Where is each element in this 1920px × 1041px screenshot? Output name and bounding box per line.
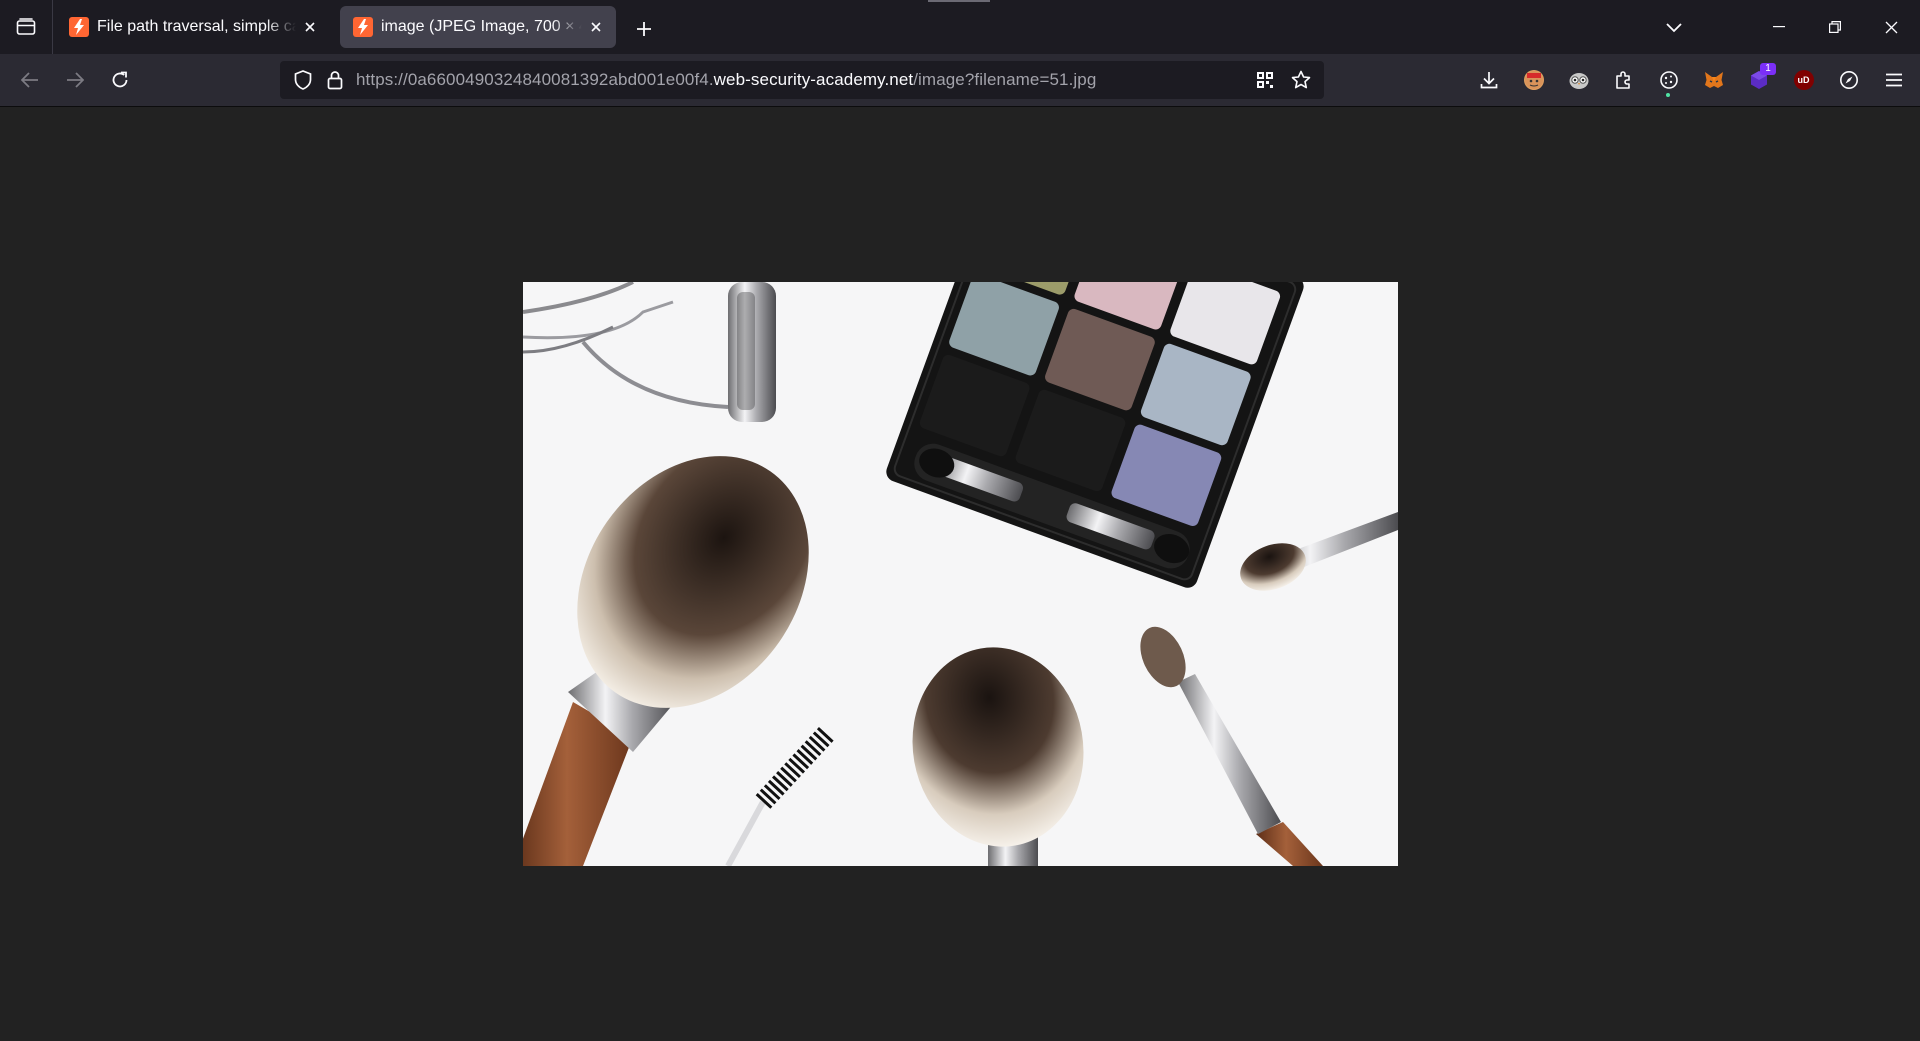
avatar-extension-button[interactable] bbox=[1511, 63, 1556, 97]
compass-extension-button[interactable] bbox=[1826, 63, 1871, 97]
url-prefix: https://0a6600490324840081392abd001e00f4… bbox=[356, 70, 714, 89]
star-icon bbox=[1291, 70, 1311, 89]
ublock-origin-icon: uD bbox=[1793, 70, 1814, 90]
downloads-icon bbox=[1480, 72, 1497, 89]
tab-file-path-traversal[interactable]: File path traversal, simple case bbox=[56, 6, 330, 48]
extensions-button[interactable] bbox=[1601, 63, 1646, 97]
makeup-brushes-and-eyeshadow-palette bbox=[523, 282, 1398, 866]
app-menu-button[interactable] bbox=[1871, 63, 1916, 97]
qr-code-button[interactable] bbox=[1250, 65, 1280, 95]
extensions-puzzle-icon bbox=[1615, 71, 1630, 89]
cookie-extension-button[interactable] bbox=[1646, 63, 1691, 97]
firefox-view-icon bbox=[16, 18, 36, 35]
metamask-extension-button[interactable] bbox=[1691, 63, 1736, 97]
arrow-right-icon bbox=[67, 72, 84, 88]
tab-strip: File path traversal, simple case image (… bbox=[0, 0, 1920, 54]
plus-icon bbox=[637, 22, 651, 36]
chevron-down-icon bbox=[1666, 23, 1682, 33]
minimize-button[interactable] bbox=[1756, 10, 1802, 44]
makeup-photo[interactable] bbox=[523, 282, 1398, 866]
app-menu-icon bbox=[1885, 73, 1902, 87]
restore-icon bbox=[1829, 21, 1841, 33]
navigation-toolbar: https://0a6600490324840081392abd001e00f4… bbox=[0, 54, 1920, 107]
restore-button[interactable] bbox=[1812, 10, 1858, 44]
new-tab-button[interactable] bbox=[628, 13, 660, 45]
url-path: /image?filename=51.jpg bbox=[913, 70, 1097, 89]
url-bar[interactable]: https://0a6600490324840081392abd001e00f4… bbox=[280, 61, 1324, 99]
lock-icon[interactable] bbox=[324, 67, 346, 93]
extension-badge: 1 bbox=[1760, 63, 1776, 75]
url-text[interactable]: https://0a6600490324840081392abd001e00f4… bbox=[356, 70, 1096, 90]
owl-extension-icon bbox=[1569, 73, 1588, 89]
minimize-icon bbox=[1773, 26, 1785, 28]
reload-button[interactable] bbox=[104, 64, 136, 96]
back-button[interactable] bbox=[14, 64, 46, 96]
ublock-origin-button[interactable]: uD bbox=[1781, 63, 1826, 97]
tab-title: File path traversal, simple case bbox=[97, 18, 296, 35]
hackbar-extension-button[interactable]: 1 bbox=[1736, 63, 1781, 97]
web-security-academy-bolt-icon bbox=[353, 17, 373, 37]
close-tab-icon[interactable] bbox=[300, 17, 320, 37]
active-indicator-dot bbox=[1666, 93, 1670, 97]
owl-extension-button[interactable] bbox=[1556, 63, 1601, 97]
ublock-label: uD bbox=[1797, 75, 1810, 85]
tab-image[interactable]: image (JPEG Image, 700 × 467 pixels) bbox=[340, 6, 616, 48]
cookie-extension-icon bbox=[1659, 71, 1678, 89]
metamask-fox-icon bbox=[1704, 72, 1723, 88]
tab-title: image (JPEG Image, 700 × 467 pixels) bbox=[381, 18, 582, 35]
close-tab-icon[interactable] bbox=[586, 17, 606, 37]
list-all-tabs-button[interactable] bbox=[1658, 13, 1690, 43]
drag-indicator bbox=[928, 0, 990, 2]
qr-code-icon bbox=[1257, 72, 1273, 88]
forward-button[interactable] bbox=[59, 64, 91, 96]
image-viewer bbox=[0, 107, 1920, 1041]
close-icon bbox=[1885, 21, 1897, 33]
bookmark-star-button[interactable] bbox=[1286, 65, 1316, 95]
firefox-view-button[interactable] bbox=[0, 0, 53, 54]
arrow-left-icon bbox=[21, 72, 38, 88]
url-domain: web-security-academy.net bbox=[713, 70, 914, 89]
web-security-academy-bolt-icon bbox=[69, 17, 89, 37]
avatar-extension-icon bbox=[1523, 70, 1544, 90]
downloads-button[interactable] bbox=[1466, 63, 1511, 97]
compass-extension-icon bbox=[1839, 71, 1858, 89]
extensions-toolbar: 1 uD bbox=[1466, 63, 1916, 97]
reload-icon bbox=[112, 71, 128, 88]
close-window-button[interactable] bbox=[1868, 10, 1914, 44]
tracking-protection-shield-icon[interactable] bbox=[290, 67, 316, 93]
